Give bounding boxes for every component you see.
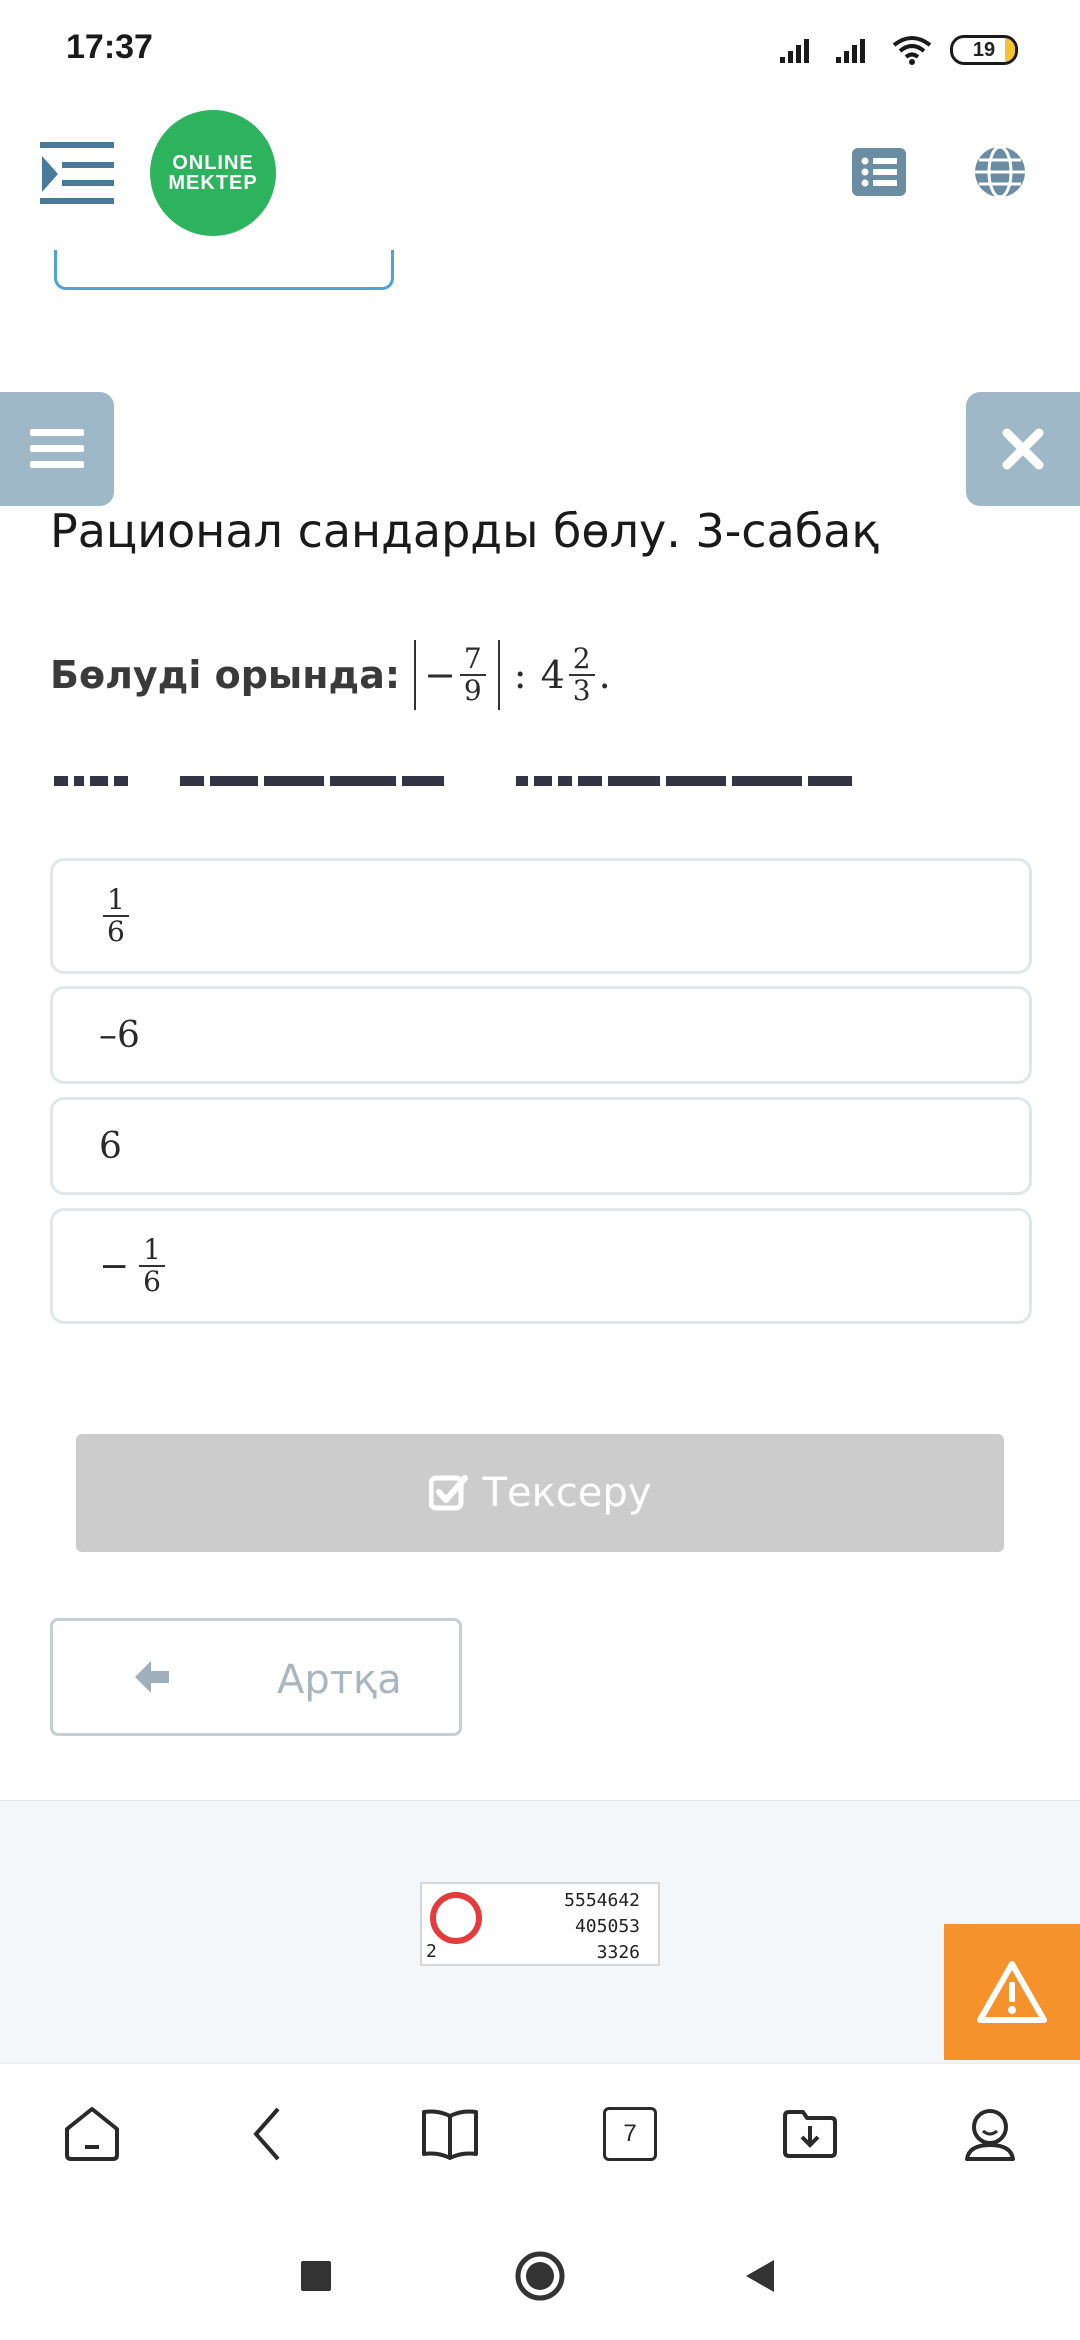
option-text: –6 bbox=[99, 1014, 140, 1056]
download-folder-icon bbox=[783, 2110, 837, 2158]
answer-option[interactable]: − 1 6 bbox=[50, 1208, 1032, 1324]
counter-small: 2 bbox=[426, 1941, 437, 1962]
close-icon bbox=[1002, 428, 1044, 470]
circle-icon bbox=[515, 2251, 565, 2301]
list-button[interactable] bbox=[852, 148, 906, 196]
expression-end: . bbox=[598, 653, 611, 697]
abs-sign: − bbox=[424, 653, 456, 697]
back-system-button[interactable] bbox=[728, 2244, 792, 2308]
task-expression: − 7 9 : 4 2 3 . bbox=[414, 640, 611, 710]
list-icon bbox=[852, 148, 906, 196]
triangle-back-icon bbox=[746, 2260, 774, 2292]
task-statement: Бөлуді орында: − 7 9 : 4 2 3 . bbox=[50, 640, 611, 710]
warning-icon bbox=[977, 1961, 1047, 2023]
profile-button[interactable] bbox=[958, 2102, 1022, 2166]
chevron-left-icon bbox=[253, 2107, 280, 2161]
back-button[interactable]: Артқа bbox=[50, 1618, 462, 1736]
profile-icon bbox=[965, 2109, 1015, 2161]
status-time: 17:37 bbox=[66, 28, 153, 66]
fraction-numerator: 2 bbox=[568, 644, 595, 676]
status-bar: 17:37 19 bbox=[0, 0, 1080, 100]
operator: : bbox=[513, 653, 527, 697]
abs-fraction: 7 9 bbox=[459, 644, 486, 707]
home-button[interactable] bbox=[60, 2102, 124, 2166]
checkbox-icon bbox=[428, 1475, 468, 1511]
recents-button[interactable] bbox=[284, 2244, 348, 2308]
browser-bottom-nav: 7 bbox=[0, 2062, 1080, 2208]
counter-line: 5554642 bbox=[564, 1890, 640, 1911]
wifi-icon bbox=[892, 36, 932, 65]
fraction-denominator: 6 bbox=[143, 1265, 161, 1298]
battery-indicator: 19 bbox=[950, 35, 1018, 65]
lesson-title: Рационал сандарды бөлу. 3-сабақ bbox=[50, 504, 880, 558]
option-fraction: 1 6 bbox=[139, 1235, 165, 1297]
sidebar-toggle-button[interactable] bbox=[40, 138, 114, 208]
absolute-value: − 7 9 bbox=[414, 640, 500, 710]
option-text: 6 bbox=[99, 1125, 122, 1167]
visit-counter: 5554642 405053 3326 2 bbox=[420, 1882, 660, 1966]
tabs-button[interactable]: 7 bbox=[598, 2102, 662, 2166]
downloads-button[interactable] bbox=[778, 2102, 842, 2166]
system-nav-bar bbox=[0, 2208, 1080, 2340]
square-icon bbox=[301, 2261, 331, 2291]
sidebar-toggle-icon bbox=[40, 142, 114, 204]
home-system-button[interactable] bbox=[508, 2244, 572, 2308]
back-button-label: Артқа bbox=[277, 1657, 402, 1703]
bookmarks-button[interactable] bbox=[418, 2102, 482, 2166]
task-label: Бөлуді орында: bbox=[50, 653, 401, 697]
fraction-denominator: 9 bbox=[463, 674, 482, 707]
tabs-count: 7 bbox=[603, 2107, 657, 2161]
answer-option[interactable]: 1 6 bbox=[50, 858, 1032, 974]
check-button[interactable]: Тексеру bbox=[76, 1434, 1004, 1552]
counter-line: 3326 bbox=[596, 1942, 640, 1963]
whole-part: 4 bbox=[540, 653, 565, 697]
obscured-instruction bbox=[54, 772, 1028, 786]
option-fraction: 1 6 bbox=[103, 885, 129, 947]
lesson-menu-button[interactable] bbox=[0, 392, 114, 506]
book-icon bbox=[422, 2109, 478, 2160]
check-button-label: Тексеру bbox=[482, 1470, 652, 1516]
counter-ring-icon bbox=[430, 1892, 482, 1944]
status-icons: 19 bbox=[778, 32, 1018, 68]
fraction-numerator: 7 bbox=[459, 644, 486, 676]
mixed-fraction: 2 3 bbox=[568, 644, 595, 707]
fraction-numerator: 1 bbox=[139, 1235, 165, 1267]
fraction-denominator: 6 bbox=[107, 915, 125, 948]
arrow-left-icon bbox=[135, 1661, 169, 1693]
partial-container bbox=[54, 250, 394, 290]
counter-values: 5554642 405053 3326 bbox=[564, 1888, 640, 1966]
logo-line2: MEKTEP bbox=[168, 172, 258, 194]
fraction-numerator: 1 bbox=[103, 885, 129, 917]
hamburger-icon bbox=[30, 429, 84, 468]
home-icon bbox=[65, 2107, 119, 2161]
language-button[interactable] bbox=[972, 144, 1028, 200]
signal-icon bbox=[780, 39, 809, 63]
counter-line: 405053 bbox=[574, 1916, 640, 1937]
report-button[interactable] bbox=[944, 1924, 1080, 2060]
signal-icon bbox=[836, 39, 865, 63]
globe-icon bbox=[975, 145, 1025, 199]
answer-option[interactable]: –6 bbox=[50, 986, 1032, 1084]
close-button[interactable] bbox=[966, 392, 1080, 506]
back-nav-button[interactable] bbox=[236, 2102, 300, 2166]
answer-option[interactable]: 6 bbox=[50, 1097, 1032, 1195]
logo-line1: ONLINE bbox=[172, 152, 254, 174]
option-sign: − bbox=[99, 1245, 130, 1287]
fraction-denominator: 3 bbox=[572, 674, 591, 707]
online-mektep-logo[interactable]: ONLINE MEKTEP bbox=[150, 110, 276, 236]
